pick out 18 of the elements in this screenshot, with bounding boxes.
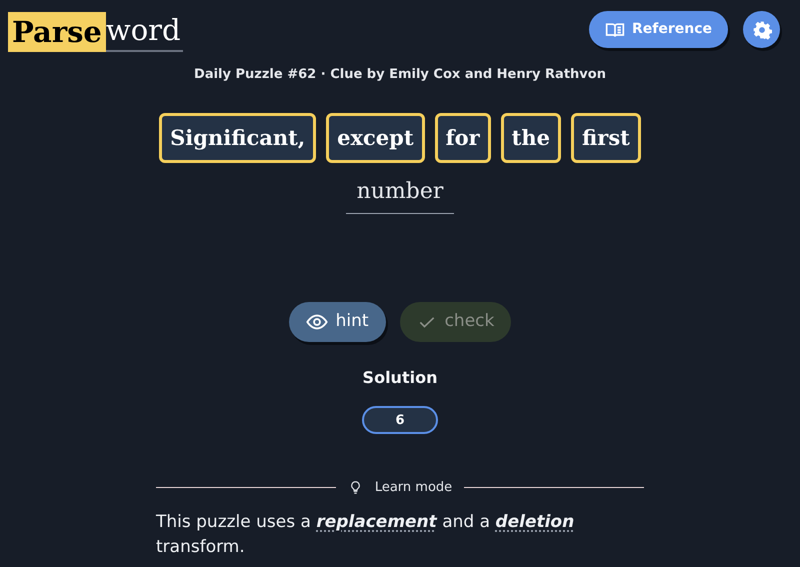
- clue-word[interactable]: except: [326, 113, 425, 163]
- solution-field[interactable]: 6: [362, 406, 438, 434]
- solution-label: Solution: [362, 367, 438, 389]
- transform-link[interactable]: replacement: [316, 512, 437, 532]
- puzzle-subtitle: Daily Puzzle #62 · Clue by Emily Cox and Henry Rathvon: [194, 67, 606, 82]
- clue-definition[interactable]: number: [346, 177, 454, 214]
- settings-button[interactable]: [743, 11, 780, 48]
- clue-word[interactable]: for: [434, 113, 491, 163]
- learn-mode-label: Learn mode: [374, 479, 452, 497]
- clue-word[interactable]: Significant,: [159, 113, 316, 163]
- clue-word[interactable]: the: [500, 113, 562, 163]
- settings-icon: [752, 20, 772, 40]
- logo-highlight: Parse: [8, 12, 106, 52]
- learn-mode-sentence: This puzzle uses a replacement and a deletion transform.: [156, 510, 576, 559]
- logo-text: word: [106, 10, 183, 52]
- hint-button[interactable]: hint: [288, 302, 386, 342]
- transform-link[interactable]: deletion: [495, 512, 574, 532]
- clue-word[interactable]: first: [571, 113, 641, 163]
